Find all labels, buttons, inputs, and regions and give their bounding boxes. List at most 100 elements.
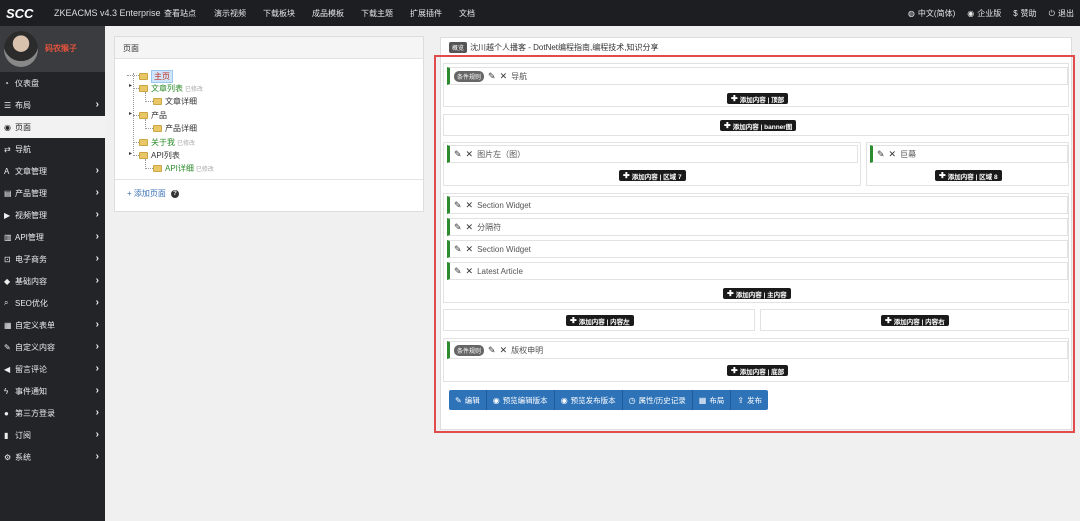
highlight-frame bbox=[434, 55, 1075, 433]
sidebar-item-5[interactable]: ▤ 产品管理 › bbox=[0, 182, 105, 204]
add-page-link[interactable]: + 添加页面 bbox=[127, 188, 166, 199]
collapse-toggle[interactable]: ▸ bbox=[129, 150, 132, 157]
sidebar-item-16[interactable]: ▮ 订阅 › bbox=[0, 424, 105, 446]
sidebar-item-label: 留言评论 bbox=[15, 364, 47, 374]
sponsor-link[interactable]: $ 赞助 bbox=[1013, 8, 1036, 19]
sidebar-item-label: 基础内容 bbox=[15, 276, 47, 286]
tree-node-about[interactable]: 关于我 已修改 bbox=[139, 137, 195, 148]
nav-templates[interactable]: 成品模板 bbox=[312, 8, 344, 19]
sidebar-item-9[interactable]: ◆ 基础内容 › bbox=[0, 270, 105, 292]
logout-link[interactable]: ⏻ 退出 bbox=[1049, 8, 1074, 19]
folder-icon bbox=[139, 112, 148, 119]
username: 码农猴子 bbox=[45, 44, 77, 53]
chevron-right-icon: › bbox=[95, 363, 99, 374]
language-menu[interactable]: ◍ 中文(简体) bbox=[908, 8, 955, 19]
sidebar-item-1[interactable]: ☰ 布局 › bbox=[0, 94, 105, 116]
sidebar-item-15[interactable]: ● 第三方登录 › bbox=[0, 402, 105, 424]
collapse-toggle[interactable]: ▸ bbox=[129, 110, 132, 117]
form-icon: ▦ bbox=[4, 320, 12, 330]
sidebar-item-14[interactable]: ϟ 事件通知 › bbox=[0, 380, 105, 402]
sidebar-item-0[interactable]: ◔ 仪表盘 bbox=[0, 72, 105, 94]
sidebar-menu: ◔ 仪表盘 ☰ 布局 › ◉ 页面 ⇄ 导航 A 文章管理 › ▤ 产品管理 › ▶ 视频管理 › ▥ API管理 › ⊡… bbox=[0, 72, 105, 468]
sidebar-item-label: 页面 bbox=[15, 122, 31, 132]
sidebar-item-label: 电子商务 bbox=[15, 254, 47, 264]
sidebar-item-label: 布局 bbox=[15, 100, 31, 110]
top-navbar: SCC ZKEACMS v4.3 Enterprise 查看站点 演示视频 下载… bbox=[0, 0, 1080, 26]
scc-logo[interactable]: SCC bbox=[6, 5, 38, 21]
sidebar-item-17[interactable]: ⚙ 系统 › bbox=[0, 446, 105, 468]
chevron-right-icon: › bbox=[95, 231, 99, 242]
tree-node-product-detail[interactable]: 产品详细 bbox=[153, 123, 197, 134]
nav-view-site[interactable]: 查看站点 bbox=[164, 8, 196, 19]
gear-icon: ⚙ bbox=[4, 452, 12, 462]
sidebar-item-13[interactable]: ◀ 留言评论 › bbox=[0, 358, 105, 380]
edited-badge: 已修改 bbox=[185, 87, 204, 93]
avatar[interactable] bbox=[4, 31, 38, 67]
enterprise-link[interactable]: ◉ 企业版 bbox=[967, 8, 1001, 19]
help-icon[interactable]: ? bbox=[170, 189, 179, 198]
tree-label-product-detail: 产品详细 bbox=[165, 124, 197, 133]
folder-icon bbox=[153, 125, 162, 132]
chevron-right-icon: › bbox=[95, 385, 99, 396]
tree-node-home[interactable]: 主页 bbox=[139, 70, 173, 83]
edited-badge: 已修改 bbox=[195, 167, 214, 173]
tree-label-article-detail: 文章详细 bbox=[165, 97, 197, 106]
tree-node-api-detail[interactable]: API详细 已修改 bbox=[153, 163, 214, 174]
folder-icon bbox=[139, 85, 148, 92]
add-page-label: 添加页面 bbox=[133, 189, 166, 198]
bolt-icon: ϟ bbox=[4, 386, 9, 396]
sidebar-item-10[interactable]: ⌕ SEO优化 › bbox=[0, 292, 105, 314]
chevron-right-icon: › bbox=[95, 209, 99, 220]
nav-demo-video[interactable]: 演示视频 bbox=[214, 8, 246, 19]
tree-label-product: 产品 bbox=[151, 111, 167, 120]
sidebar-item-label: 事件通知 bbox=[15, 386, 47, 396]
brand-name: ZKEACMS v4.3 Enterprise bbox=[54, 8, 161, 18]
sidebar-item-7[interactable]: ▥ API管理 › bbox=[0, 226, 105, 248]
nav-extensions[interactable]: 扩展插件 bbox=[410, 8, 442, 19]
nav-docs[interactable]: 文档 bbox=[459, 8, 475, 19]
tree-node-article-list[interactable]: 文章列表 已修改 bbox=[139, 83, 203, 94]
sidebar-item-6[interactable]: ▶ 视频管理 › bbox=[0, 204, 105, 226]
tree-node-article-detail[interactable]: 文章详细 bbox=[153, 96, 197, 107]
chevron-right-icon: › bbox=[95, 429, 99, 440]
top-right-menu: ◍ 中文(简体) ◉ 企业版 $ 赞助 ⏻ 退出 bbox=[896, 8, 1074, 19]
sidebar-item-label: 视频管理 bbox=[15, 210, 47, 220]
pages-panel: 页面 主页 ▸ 文章列表 已修改 文章详细 ▸ 产品 产品详细 关于我 已修改 … bbox=[114, 36, 424, 212]
sidebar-item-12[interactable]: ✎ 自定义内容 › bbox=[0, 336, 105, 358]
top-nav-links: 查看站点 演示视频 下载板块 成品模板 下载主题 扩展插件 文档 bbox=[164, 8, 475, 19]
tree-node-product[interactable]: 产品 bbox=[139, 110, 167, 121]
sidebar-item-11[interactable]: ▦ 自定义表单 › bbox=[0, 314, 105, 336]
folder-icon bbox=[153, 165, 162, 172]
layout-icon: ☰ bbox=[4, 100, 12, 110]
power-icon: ⏻ bbox=[1048, 8, 1055, 18]
api-icon: ▥ bbox=[4, 232, 12, 242]
nav-download-themes[interactable]: 下载主题 bbox=[361, 8, 393, 19]
user-panel: 码农猴子 bbox=[0, 26, 105, 72]
chevron-right-icon: › bbox=[95, 275, 99, 286]
collapse-toggle[interactable]: ▸ bbox=[129, 82, 132, 89]
sidebar-item-label: 自定义内容 bbox=[15, 342, 55, 352]
chevron-right-icon: › bbox=[95, 407, 99, 418]
nav-download-widgets[interactable]: 下载板块 bbox=[263, 8, 295, 19]
tree-label-about: 关于我 bbox=[151, 138, 175, 147]
sidebar-item-8[interactable]: ⊡ 电子商务 › bbox=[0, 248, 105, 270]
sidebar-item-3[interactable]: ⇄ 导航 bbox=[0, 138, 105, 160]
eye-icon: ◉ bbox=[4, 122, 11, 132]
folder-icon bbox=[139, 152, 148, 159]
folder-icon bbox=[153, 98, 162, 105]
page-header: 概览 沈川越个人播客 - DotNet编程指南,编程技术,知识分享 bbox=[441, 38, 1071, 56]
chevron-right-icon: › bbox=[95, 253, 99, 264]
megaphone-icon: ◀ bbox=[4, 364, 11, 374]
chevron-right-icon: › bbox=[95, 341, 99, 352]
sponsor-label: 赞助 bbox=[1020, 9, 1037, 18]
book-icon: ▮ bbox=[4, 430, 9, 440]
tree-label-article-list: 文章列表 bbox=[151, 84, 183, 93]
sidebar-item-4[interactable]: A 文章管理 › bbox=[0, 160, 105, 182]
language-label: 中文(简体) bbox=[917, 9, 956, 18]
wrench-icon: ✎ bbox=[4, 342, 11, 352]
text-icon: A bbox=[4, 166, 10, 176]
chevron-right-icon: › bbox=[95, 319, 99, 330]
sidebar-item-2[interactable]: ◉ 页面 bbox=[0, 116, 105, 138]
chevron-right-icon: › bbox=[95, 297, 99, 308]
enterprise-label: 企业版 bbox=[977, 9, 1002, 18]
